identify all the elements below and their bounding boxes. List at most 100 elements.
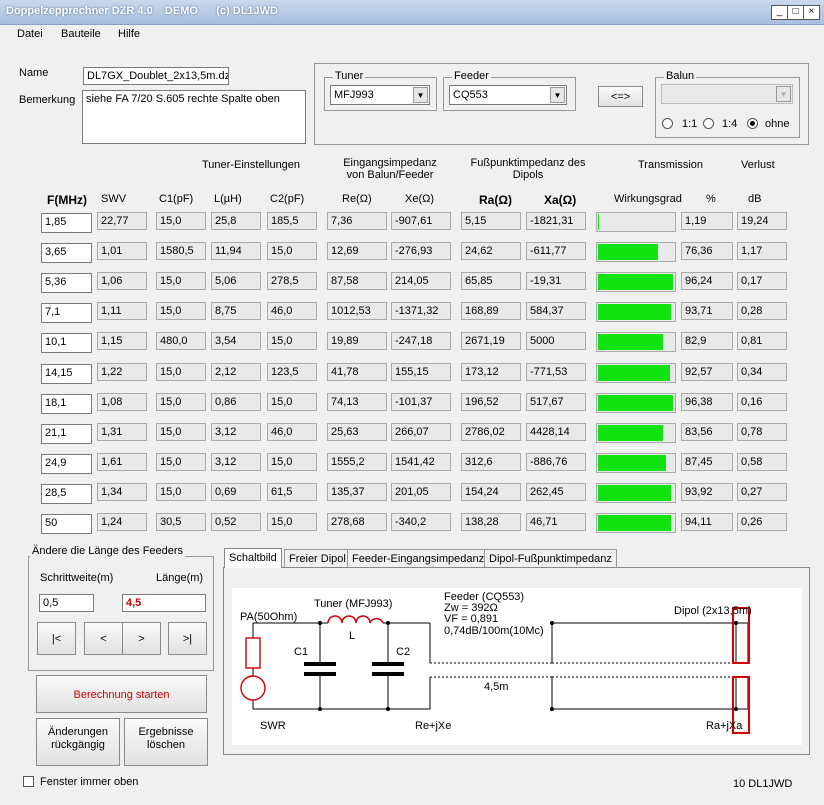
col-l: L(µH) (214, 193, 242, 205)
re-value: 12,69 (327, 242, 387, 260)
xe-value: 266,07 (391, 423, 451, 441)
xa-value: -19,31 (526, 272, 586, 290)
clear-button[interactable]: Ergebnisse löschen (124, 718, 208, 766)
xa-value: -611,77 (526, 242, 586, 260)
efficiency-bar-fill (598, 334, 663, 350)
frequency-input[interactable]: 28,5 (41, 484, 92, 504)
always-on-top-label: Fenster immer oben (40, 776, 139, 788)
menu-hilfe[interactable]: Hilfe (118, 28, 140, 40)
xa-value: -886,76 (526, 453, 586, 471)
close-button[interactable]: × (803, 5, 820, 20)
balun-radio-ohne[interactable] (747, 118, 758, 129)
efficiency-bar-fill (598, 425, 663, 441)
efficiency-percent: 82,9 (681, 332, 733, 350)
xa-value: -771,53 (526, 363, 586, 381)
first-button[interactable]: |< (37, 622, 76, 655)
undo-button[interactable]: Änderungen rückgängig (36, 718, 120, 766)
efficiency-percent: 93,71 (681, 302, 733, 320)
xa-value: 4428,14 (526, 423, 586, 441)
step-input[interactable]: 0,5 (39, 594, 94, 612)
l-value: 0,52 (211, 513, 261, 531)
feeder-loss-label: 0,74dB/100m(10Mc) (444, 625, 544, 637)
frequency-input[interactable]: 1,85 (41, 213, 92, 233)
swv-value: 22,77 (97, 212, 147, 230)
efficiency-bar (596, 212, 676, 232)
ra-value: 154,24 (461, 483, 521, 501)
xe-value: 214,05 (391, 272, 451, 290)
col-db: dB (748, 193, 762, 205)
c1-value: 15,0 (156, 393, 206, 411)
schematic-diagram: PA(50Ohm) Tuner (MFJ993) L C1 C2 Feeder … (232, 588, 802, 745)
maximize-button[interactable]: □ (787, 5, 804, 20)
always-on-top-checkbox[interactable] (23, 776, 34, 787)
efficiency-percent: 1,19 (681, 212, 733, 230)
frequency-input[interactable]: 3,65 (41, 243, 92, 263)
tuner-select[interactable]: MFJ993 ▼ (330, 85, 430, 105)
name-input[interactable]: DL7GX_Doublet_2x13,5m.dzr (83, 67, 229, 85)
frequency-input[interactable]: 10,1 (41, 333, 92, 353)
frequency-input[interactable]: 5,36 (41, 273, 92, 293)
c2-value: 61,5 (267, 483, 317, 501)
frequency-input[interactable]: 7,1 (41, 303, 92, 323)
swv-value: 1,61 (97, 453, 147, 471)
minimize-button[interactable]: _ (771, 5, 788, 20)
tab-schaltbild[interactable]: Schaltbild (224, 548, 282, 568)
frequency-input[interactable]: 18,1 (41, 394, 92, 414)
col-percent: % (706, 193, 716, 205)
title-bar: Doppelzepprechner DZR 4.0 DEMO (c) DL1JW… (0, 0, 824, 25)
swap-button[interactable]: <=> (598, 86, 643, 107)
re-value: 278,68 (327, 513, 387, 531)
next-button[interactable]: > (122, 622, 161, 655)
pa-label: PA(50Ohm) (240, 611, 297, 623)
xa-value: 584,37 (526, 302, 586, 320)
balun-select[interactable]: ▼ (661, 84, 793, 104)
frequency-input[interactable]: 21,1 (41, 424, 92, 444)
swv-value: 1,22 (97, 363, 147, 381)
frequency-input[interactable]: 14,15 (41, 364, 92, 384)
c1-value: 15,0 (156, 302, 206, 320)
efficiency-percent: 93,92 (681, 483, 733, 501)
re-value: 1555,2 (327, 453, 387, 471)
re-value: 7,36 (327, 212, 387, 230)
re-value: 41,78 (327, 363, 387, 381)
frequency-input[interactable]: 50 (41, 514, 92, 534)
feeder-select[interactable]: CQ553 ▼ (449, 85, 567, 105)
feed-impedance-header: Fußpunktimpedanz des Dipols (470, 157, 586, 181)
col-re: Re(Ω) (342, 193, 372, 205)
xa-value: 5000 (526, 332, 586, 350)
c2-value: 278,5 (267, 272, 317, 290)
re-value: 74,13 (327, 393, 387, 411)
balun-radio-1-4[interactable] (703, 118, 714, 129)
calculate-button[interactable]: Berechnung starten (36, 675, 207, 713)
prev-button[interactable]: < (84, 622, 123, 655)
tuner-settings-header: Tuner-Einstellungen (202, 159, 301, 171)
c2-value: 46,0 (267, 302, 317, 320)
l-value: 3,12 (211, 423, 261, 441)
frequency-input[interactable]: 24,9 (41, 454, 92, 474)
last-button[interactable]: >| (168, 622, 207, 655)
c1-value: 15,0 (156, 363, 206, 381)
menu-bauteile[interactable]: Bauteile (61, 28, 101, 40)
chevron-down-icon: ▼ (550, 87, 565, 103)
loss-db: 0,16 (737, 393, 787, 411)
balun-option-1-4: 1:4 (722, 118, 738, 130)
vf-label: VF = 0,891 (444, 613, 498, 625)
l-value: 25,8 (211, 212, 261, 230)
efficiency-percent: 76,36 (681, 242, 733, 260)
ra-value: 24,62 (461, 242, 521, 260)
xa-value: -1821,31 (526, 212, 586, 230)
length-input[interactable]: 4,5 (122, 594, 206, 612)
ra-value: 173,12 (461, 363, 521, 381)
balun-option-1-1: 1:1 (682, 118, 698, 130)
loss-db: 0,78 (737, 423, 787, 441)
feeder-value: CQ553 (453, 89, 488, 101)
remark-input[interactable]: siehe FA 7/20 S.605 rechte Spalte oben (82, 90, 306, 144)
ra-value: 2786,02 (461, 423, 521, 441)
loss-db: 0,27 (737, 483, 787, 501)
balun-radio-1-1[interactable] (662, 118, 673, 129)
menu-datei[interactable]: Datei (17, 28, 43, 40)
tab-freier-dipol[interactable]: Freier Dipol (284, 549, 351, 568)
swv-value: 1,24 (97, 513, 147, 531)
tab-feeder-eingangsimpedanz[interactable]: Feeder-Eingangsimpedanz (347, 549, 490, 568)
tab-dipol-fusspunktimpedanz[interactable]: Dipol-Fußpunktimpedanz (484, 549, 617, 568)
